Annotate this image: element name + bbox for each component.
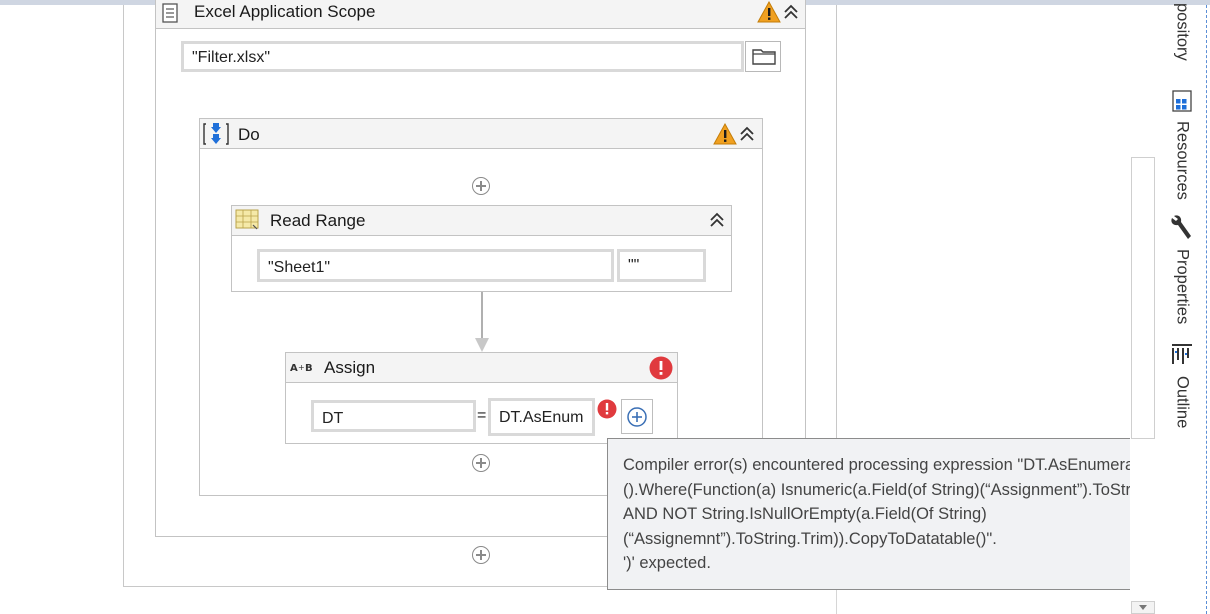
- assign-operator: =: [477, 407, 487, 424]
- tab-repository[interactable]: pository: [1168, 3, 1196, 61]
- svg-text:A: A: [290, 363, 298, 374]
- tab-properties-label: Properties: [1173, 249, 1192, 325]
- assign-icon: A + B: [290, 360, 314, 379]
- vertical-scrollbar[interactable]: [1131, 157, 1155, 439]
- tooltip-line: ().Where(Function(a) Isnumeric(a.Field(o…: [623, 480, 1153, 499]
- add-activity-button[interactable]: [472, 454, 490, 472]
- read-range-header[interactable]: Read Range: [232, 206, 731, 236]
- assign-to-input[interactable]: DT: [311, 400, 476, 432]
- assign-header[interactable]: A + B Assign: [286, 353, 677, 383]
- collapse-chevron-icon[interactable]: [708, 211, 726, 234]
- warning-icon[interactable]: [713, 122, 737, 150]
- tab-repository-label: pository: [1173, 3, 1192, 61]
- sheet-name-input[interactable]: "Sheet1": [257, 249, 614, 282]
- do-sequence-title: Do: [238, 125, 260, 144]
- tab-resources[interactable]: Resources: [1168, 90, 1196, 200]
- tooltip-line: AND NOT String.IsNullOrEmpty(a.Field(Of …: [623, 505, 987, 523]
- scroll-down-button[interactable]: [1131, 601, 1155, 614]
- warning-icon[interactable]: [757, 0, 781, 28]
- flow-connector-arrow: [475, 292, 489, 352]
- workbook-path-input[interactable]: "Filter.xlsx": [181, 41, 744, 72]
- tooltip-line: ')' expected.: [623, 554, 711, 572]
- resources-icon: [1171, 90, 1193, 117]
- collapse-chevron-icon[interactable]: [782, 3, 800, 26]
- browse-folder-button[interactable]: [745, 41, 781, 72]
- assign-value-input[interactable]: DT.AsEnum: [488, 398, 595, 436]
- outline-icon: [1170, 343, 1194, 370]
- add-activity-button[interactable]: [472, 546, 490, 564]
- range-input[interactable]: "": [617, 249, 706, 282]
- read-range-icon: [235, 209, 259, 236]
- error-icon[interactable]: [649, 356, 673, 385]
- read-range-title: Read Range: [270, 211, 366, 230]
- tooltip-line: (“Assignemnt”).ToString.Trim)).CopyToDat…: [623, 529, 997, 548]
- wrench-icon: [1170, 214, 1194, 245]
- svg-text:B: B: [305, 363, 313, 374]
- tab-outline[interactable]: Outline: [1168, 343, 1196, 428]
- compiler-error-tooltip: Compiler error(s) encountered processing…: [607, 438, 1207, 590]
- svg-text:+: +: [298, 363, 305, 372]
- sequence-icon: [203, 122, 229, 151]
- plus-circle-icon: [627, 407, 647, 432]
- excel-scope-header[interactable]: Excel Application Scope: [156, 0, 805, 29]
- tab-properties[interactable]: Properties: [1168, 214, 1196, 324]
- field-error-icon[interactable]: [597, 399, 617, 424]
- excel-scope-icon: [162, 3, 178, 28]
- panel-edge: [1206, 5, 1207, 614]
- tab-outline-label: Outline: [1173, 376, 1192, 429]
- tooltip-line: Compiler error(s) encountered processing…: [623, 456, 1157, 474]
- add-activity-button[interactable]: [472, 177, 490, 195]
- excel-scope-title: Excel Application Scope: [194, 2, 376, 21]
- do-sequence-header[interactable]: Do: [200, 119, 762, 149]
- collapse-chevron-icon[interactable]: [738, 125, 756, 148]
- expression-editor-button[interactable]: [621, 399, 653, 434]
- assign-title: Assign: [324, 358, 376, 377]
- folder-icon: [752, 47, 776, 70]
- tab-resources-label: Resources: [1173, 121, 1192, 200]
